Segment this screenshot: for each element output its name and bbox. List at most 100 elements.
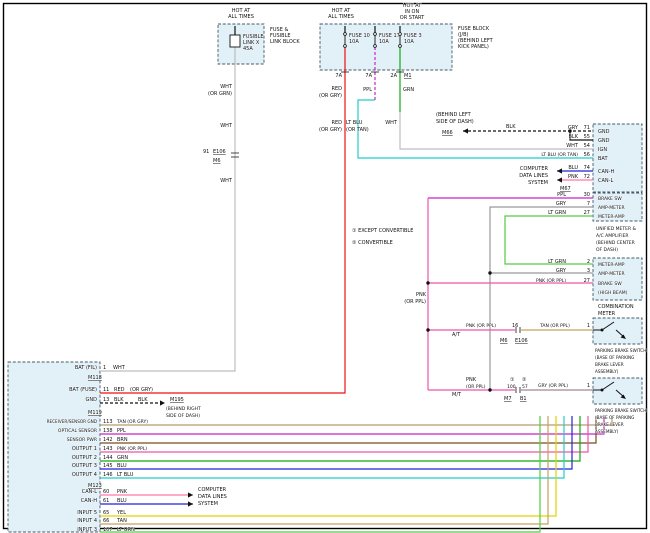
junction-dot <box>426 281 429 284</box>
label-computer: COMPUTER <box>198 487 227 493</box>
label-or-grn: (OR GRN) <box>208 91 232 97</box>
label-27: 27 <box>584 210 590 216</box>
label-65: 65 <box>103 510 109 516</box>
label-45a: 45A <box>243 46 253 52</box>
label-138: 138 <box>103 428 113 434</box>
label-tan-or-gry: TAN (OR GRY) <box>116 419 148 425</box>
label-assembly: ASSEMBLY) <box>595 369 619 374</box>
label-input-4: INPUT 4 <box>77 518 97 524</box>
fuse-terminal-icon <box>344 33 347 36</box>
label-red: RED <box>332 120 343 126</box>
label-all-times: ALL TIMES <box>328 14 354 20</box>
label-blu: BLU <box>117 498 127 504</box>
label-gry: GRY <box>568 125 579 131</box>
arrow-left-icon <box>463 128 468 133</box>
label-ppl: PPL <box>363 87 372 93</box>
label-lt-grn: LT GRN <box>548 210 566 216</box>
label-wht: WHT <box>220 123 233 129</box>
wire-sensor-pwr-brn <box>100 416 596 443</box>
fuse-terminal-icon <box>374 33 377 36</box>
label-60: 60 <box>103 489 109 495</box>
label-13: 13 <box>103 397 109 403</box>
label-145: 145 <box>103 463 113 469</box>
label-pnk: PNK <box>568 174 579 180</box>
label-lt-blu: LT BLU <box>346 120 363 126</box>
label-56: 56 <box>584 152 590 158</box>
label-pnk: PNK <box>466 377 477 383</box>
label-or-start: OR START <box>400 15 425 21</box>
label-brake-lever: BRAKE LEVER <box>595 422 624 427</box>
label-meter: METER <box>598 311 616 317</box>
label-combination: COMBINATION <box>598 304 634 310</box>
label-high-beam: (HIGH BEAM) <box>598 290 628 296</box>
label-can-l: CAN-L <box>598 178 613 184</box>
label-blk: BLK <box>569 134 579 140</box>
label-link-block: LINK BLOCK <box>270 39 300 45</box>
label-pnk: PNK <box>416 292 427 298</box>
label-72: 72 <box>584 174 590 180</box>
label-7: 7 <box>587 201 590 207</box>
label-7a: 7A <box>365 73 372 79</box>
label-142: 142 <box>103 437 113 443</box>
label-yel: YEL <box>116 510 126 516</box>
label-kick-panel: KICK PANEL) <box>458 44 489 50</box>
fuse-terminal-icon <box>374 45 377 48</box>
label-11: 11 <box>103 387 109 393</box>
label-brake-lever: BRAKE LEVER <box>595 362 624 367</box>
label-optical-sensor: OPTICAL SENSOR <box>58 428 97 434</box>
label-parking-brake-switch: PARKING BRAKE SWITCH <box>595 348 646 353</box>
label-146: 146 <box>103 472 113 478</box>
label-wht: WHT <box>220 178 233 184</box>
label-m118: M118 <box>88 375 102 381</box>
label-m119: M119 <box>88 410 102 416</box>
label-71: 71 <box>584 125 590 131</box>
label-output-2: OUTPUT 2 <box>72 455 97 461</box>
arrow-left-icon <box>557 168 562 173</box>
label-a-t: A/T <box>452 332 461 338</box>
junction-dot <box>426 328 429 331</box>
label-unified-meter: UNIFIED METER & <box>596 226 637 232</box>
label-amp-meter: AMP-METER <box>598 271 625 277</box>
label-74: 74 <box>584 165 590 171</box>
label-base-of-parking: (BASE OF PARKING <box>595 355 634 360</box>
label-bat-fil: BAT (FIL) <box>75 365 97 371</box>
label-blu: BLU <box>117 463 127 469</box>
label-sensor-pwr: SENSOR PWR <box>67 437 97 443</box>
label-lt-blu: LT BLU <box>117 472 134 478</box>
label-3: 3 <box>587 268 590 274</box>
label-or-gry: (OR GRY) <box>130 387 153 393</box>
label-tan: TAN <box>116 518 127 524</box>
arrow-right-icon <box>188 501 193 506</box>
label-gnd: GND <box>598 129 610 135</box>
label-107: 107 <box>103 527 113 533</box>
label-lt-grn: LT GRN <box>117 527 135 533</box>
label-m7: M7 <box>504 396 512 402</box>
label-e106: E106 <box>515 338 528 344</box>
label-1: 1 <box>103 365 106 371</box>
label-brake-sw: BRAKE SW <box>598 196 622 202</box>
label-16: 16 <box>512 323 518 329</box>
label-113: 113 <box>103 419 113 425</box>
label-can-h: CAN-H <box>598 169 614 175</box>
label-can-h: CAN-H <box>81 498 97 504</box>
arrow-right-icon <box>188 492 193 497</box>
label-output-3: OUTPUT 3 <box>72 463 97 469</box>
label-meter-amp: METER-AMP <box>598 214 625 220</box>
label-wht: WHT <box>220 84 233 90</box>
label-lt-blu-or-tan: LT BLU (OR TAN) <box>541 152 578 158</box>
label-m195: M195 <box>170 397 184 403</box>
label-144: 144 <box>103 455 113 461</box>
arrow-left-icon <box>557 177 562 182</box>
inline-connector-icon <box>516 387 520 393</box>
label-except-convertible: ① EXCEPT CONVERTIBLE <box>352 228 413 234</box>
label-10a: 10A <box>404 39 414 45</box>
label-or-tan: (OR TAN) <box>346 127 369 133</box>
label-meter-amp: METER-AMP <box>598 262 625 268</box>
label-brn: BRN <box>117 437 128 443</box>
label-base-of-parking: (BASE OF PARKING <box>595 415 634 420</box>
label-blk: BLK <box>506 124 516 130</box>
label-output-4: OUTPUT 4 <box>72 472 97 478</box>
label-blk: BLK <box>138 397 148 403</box>
label-100: 100 <box>507 384 516 390</box>
label-or-ppl: (OR PPL) <box>466 384 486 390</box>
